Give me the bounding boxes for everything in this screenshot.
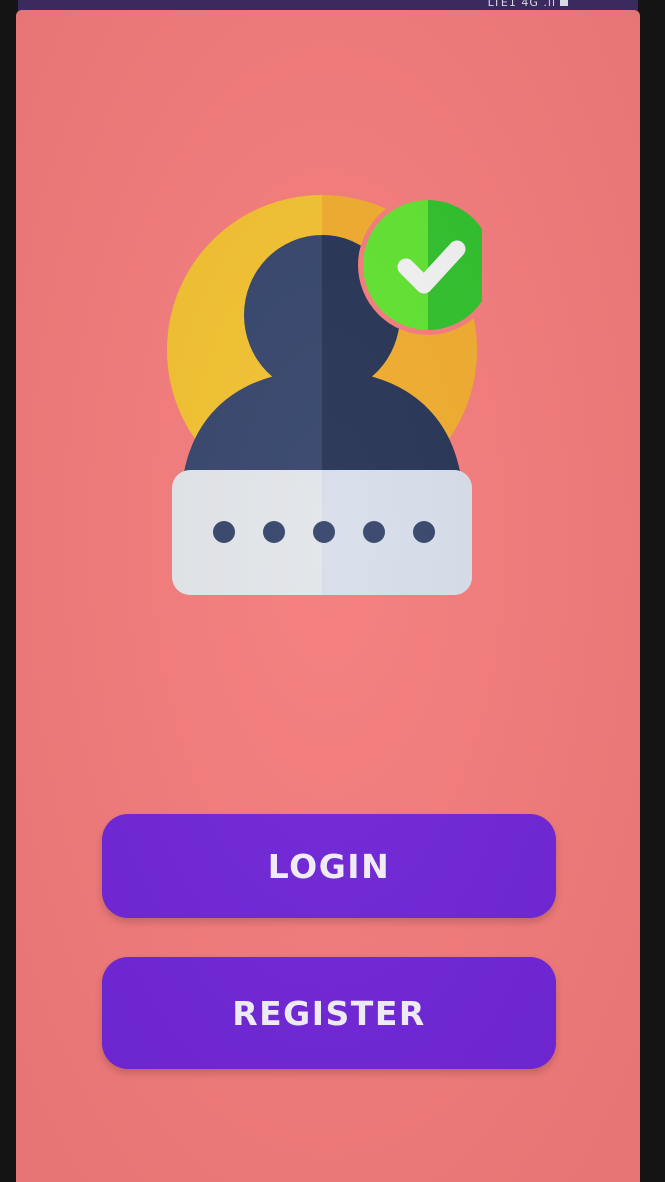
status-indicators: LTE1 4G .ıl	[488, 0, 568, 10]
network-indicator-text: LTE1 4G .ıl	[487, 0, 556, 9]
phone-frame: LTE1 4G .ıl LOGIN REGISTER	[0, 0, 665, 1182]
login-button[interactable]: LOGIN	[102, 814, 556, 918]
app-screen: LOGIN REGISTER	[16, 10, 640, 1182]
user-verified-password-icon	[167, 195, 482, 595]
register-button[interactable]: REGISTER	[102, 957, 556, 1069]
battery-icon	[560, 0, 568, 6]
